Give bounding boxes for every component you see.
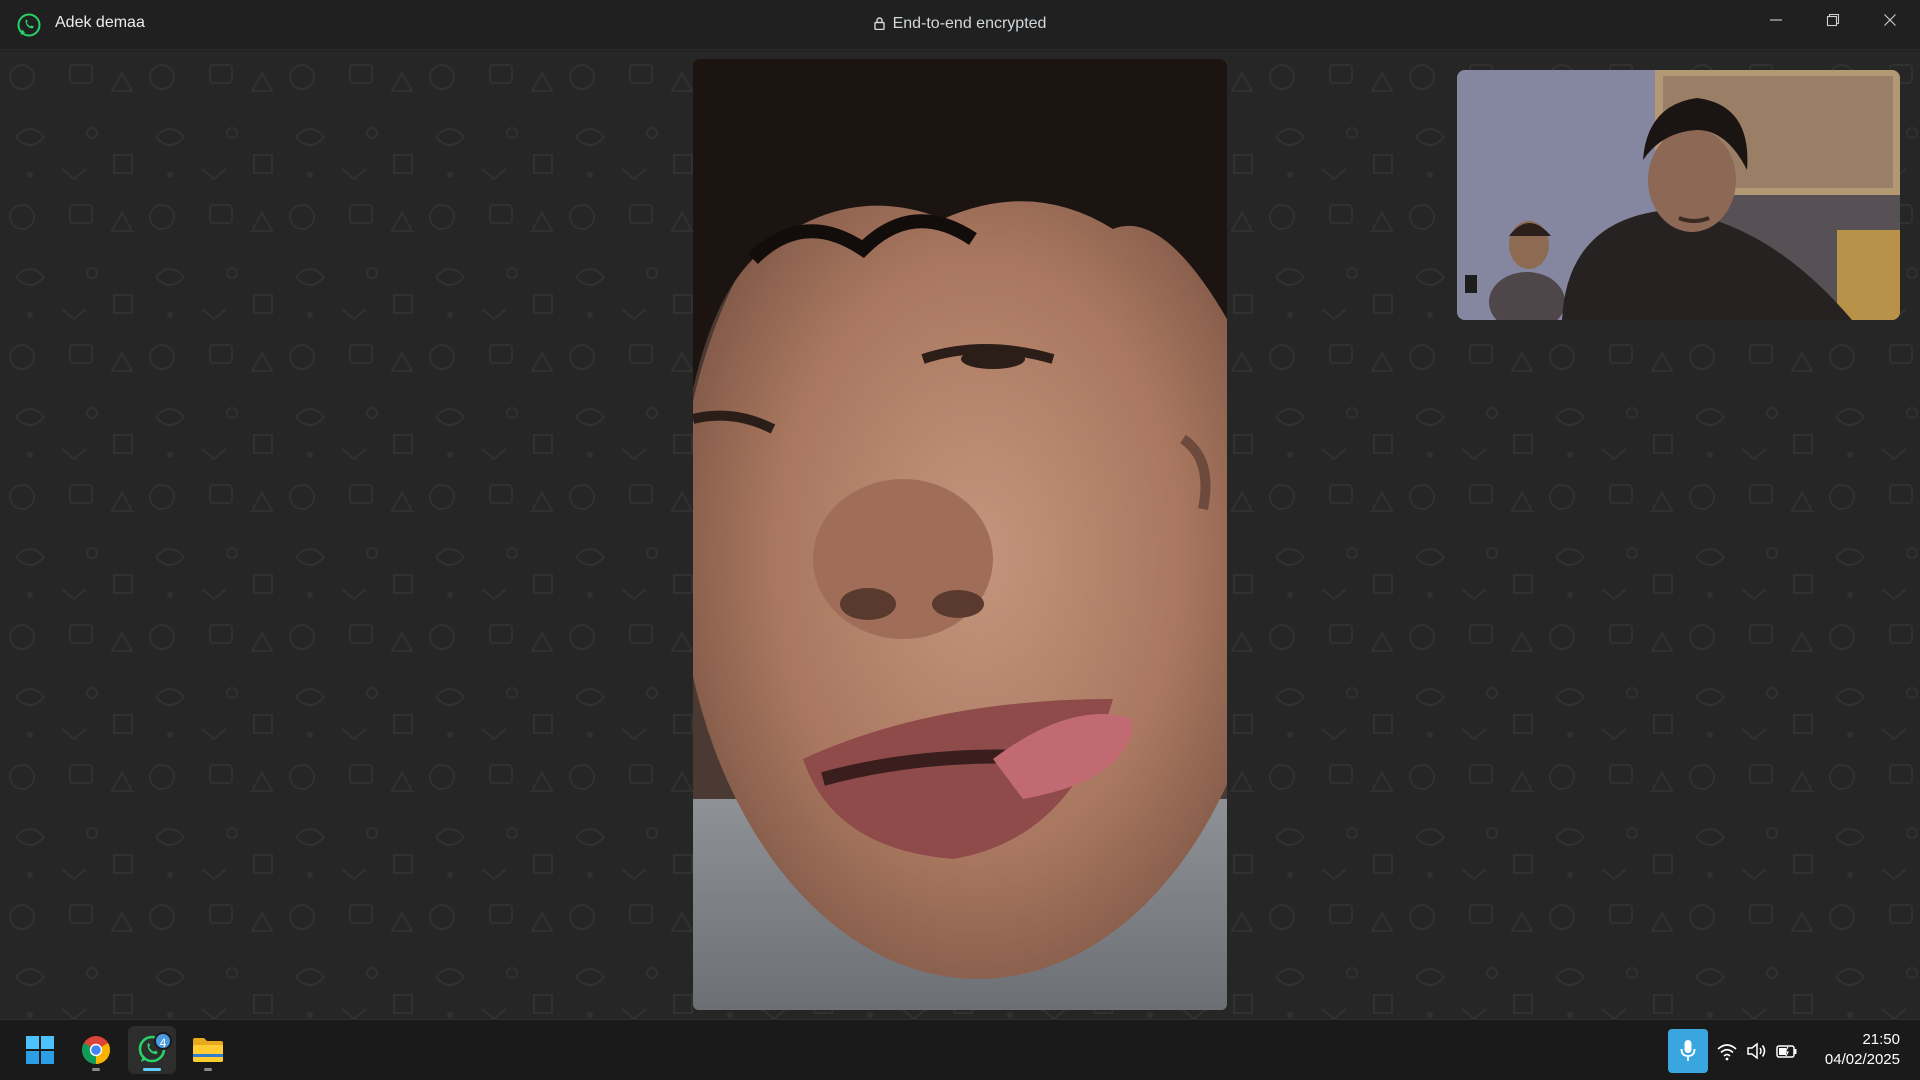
folder-icon bbox=[193, 1038, 223, 1062]
whatsapp-call-window: Adek demaa End-to-end encrypted bbox=[0, 0, 1920, 1019]
whatsapp-icon bbox=[17, 13, 41, 37]
minimize-icon bbox=[1770, 19, 1782, 21]
close-button[interactable] bbox=[1862, 0, 1918, 40]
clock-date: 04/02/2025 bbox=[1824, 1051, 1900, 1068]
system-clock[interactable]: 21:50 04/02/2025 bbox=[1800, 1030, 1900, 1070]
battery-icon[interactable] bbox=[1776, 1040, 1798, 1062]
taskbar-file-explorer[interactable] bbox=[184, 1026, 232, 1074]
microphone-in-use-button[interactable] bbox=[1668, 1029, 1708, 1073]
close-icon bbox=[1884, 14, 1896, 26]
start-button[interactable] bbox=[16, 1026, 64, 1074]
main-video-feed bbox=[693, 59, 1227, 1010]
encryption-label: End-to-end encrypted bbox=[892, 15, 1047, 32]
encryption-status: End-to-end encrypted bbox=[0, 15, 1920, 33]
restore-icon bbox=[1826, 13, 1840, 27]
restore-button[interactable] bbox=[1805, 0, 1861, 40]
windows-start-icon bbox=[26, 1036, 54, 1064]
local-camera-preview bbox=[1457, 70, 1900, 320]
running-indicator bbox=[204, 1068, 212, 1071]
title-bar: Adek demaa End-to-end encrypted bbox=[0, 0, 1920, 50]
taskbar-whatsapp[interactable]: 4 bbox=[128, 1026, 176, 1074]
active-indicator bbox=[143, 1068, 161, 1071]
minimize-button[interactable] bbox=[1748, 0, 1804, 40]
caller-name: Adek demaa bbox=[55, 14, 145, 31]
clock-time: 21:50 bbox=[1862, 1031, 1900, 1048]
wifi-icon[interactable] bbox=[1716, 1040, 1738, 1062]
self-view-preview[interactable] bbox=[1457, 70, 1900, 320]
lock-icon bbox=[873, 17, 885, 30]
taskbar-chrome[interactable] bbox=[72, 1026, 120, 1074]
chrome-icon bbox=[82, 1036, 110, 1064]
volume-icon[interactable] bbox=[1746, 1040, 1768, 1062]
remote-participant-video bbox=[693, 59, 1227, 1010]
microphone-icon bbox=[1680, 1040, 1696, 1061]
running-indicator bbox=[92, 1068, 100, 1071]
notification-badge: 4 bbox=[154, 1032, 172, 1050]
taskbar: 4 21:50 04/02/2025 bbox=[0, 1019, 1920, 1080]
